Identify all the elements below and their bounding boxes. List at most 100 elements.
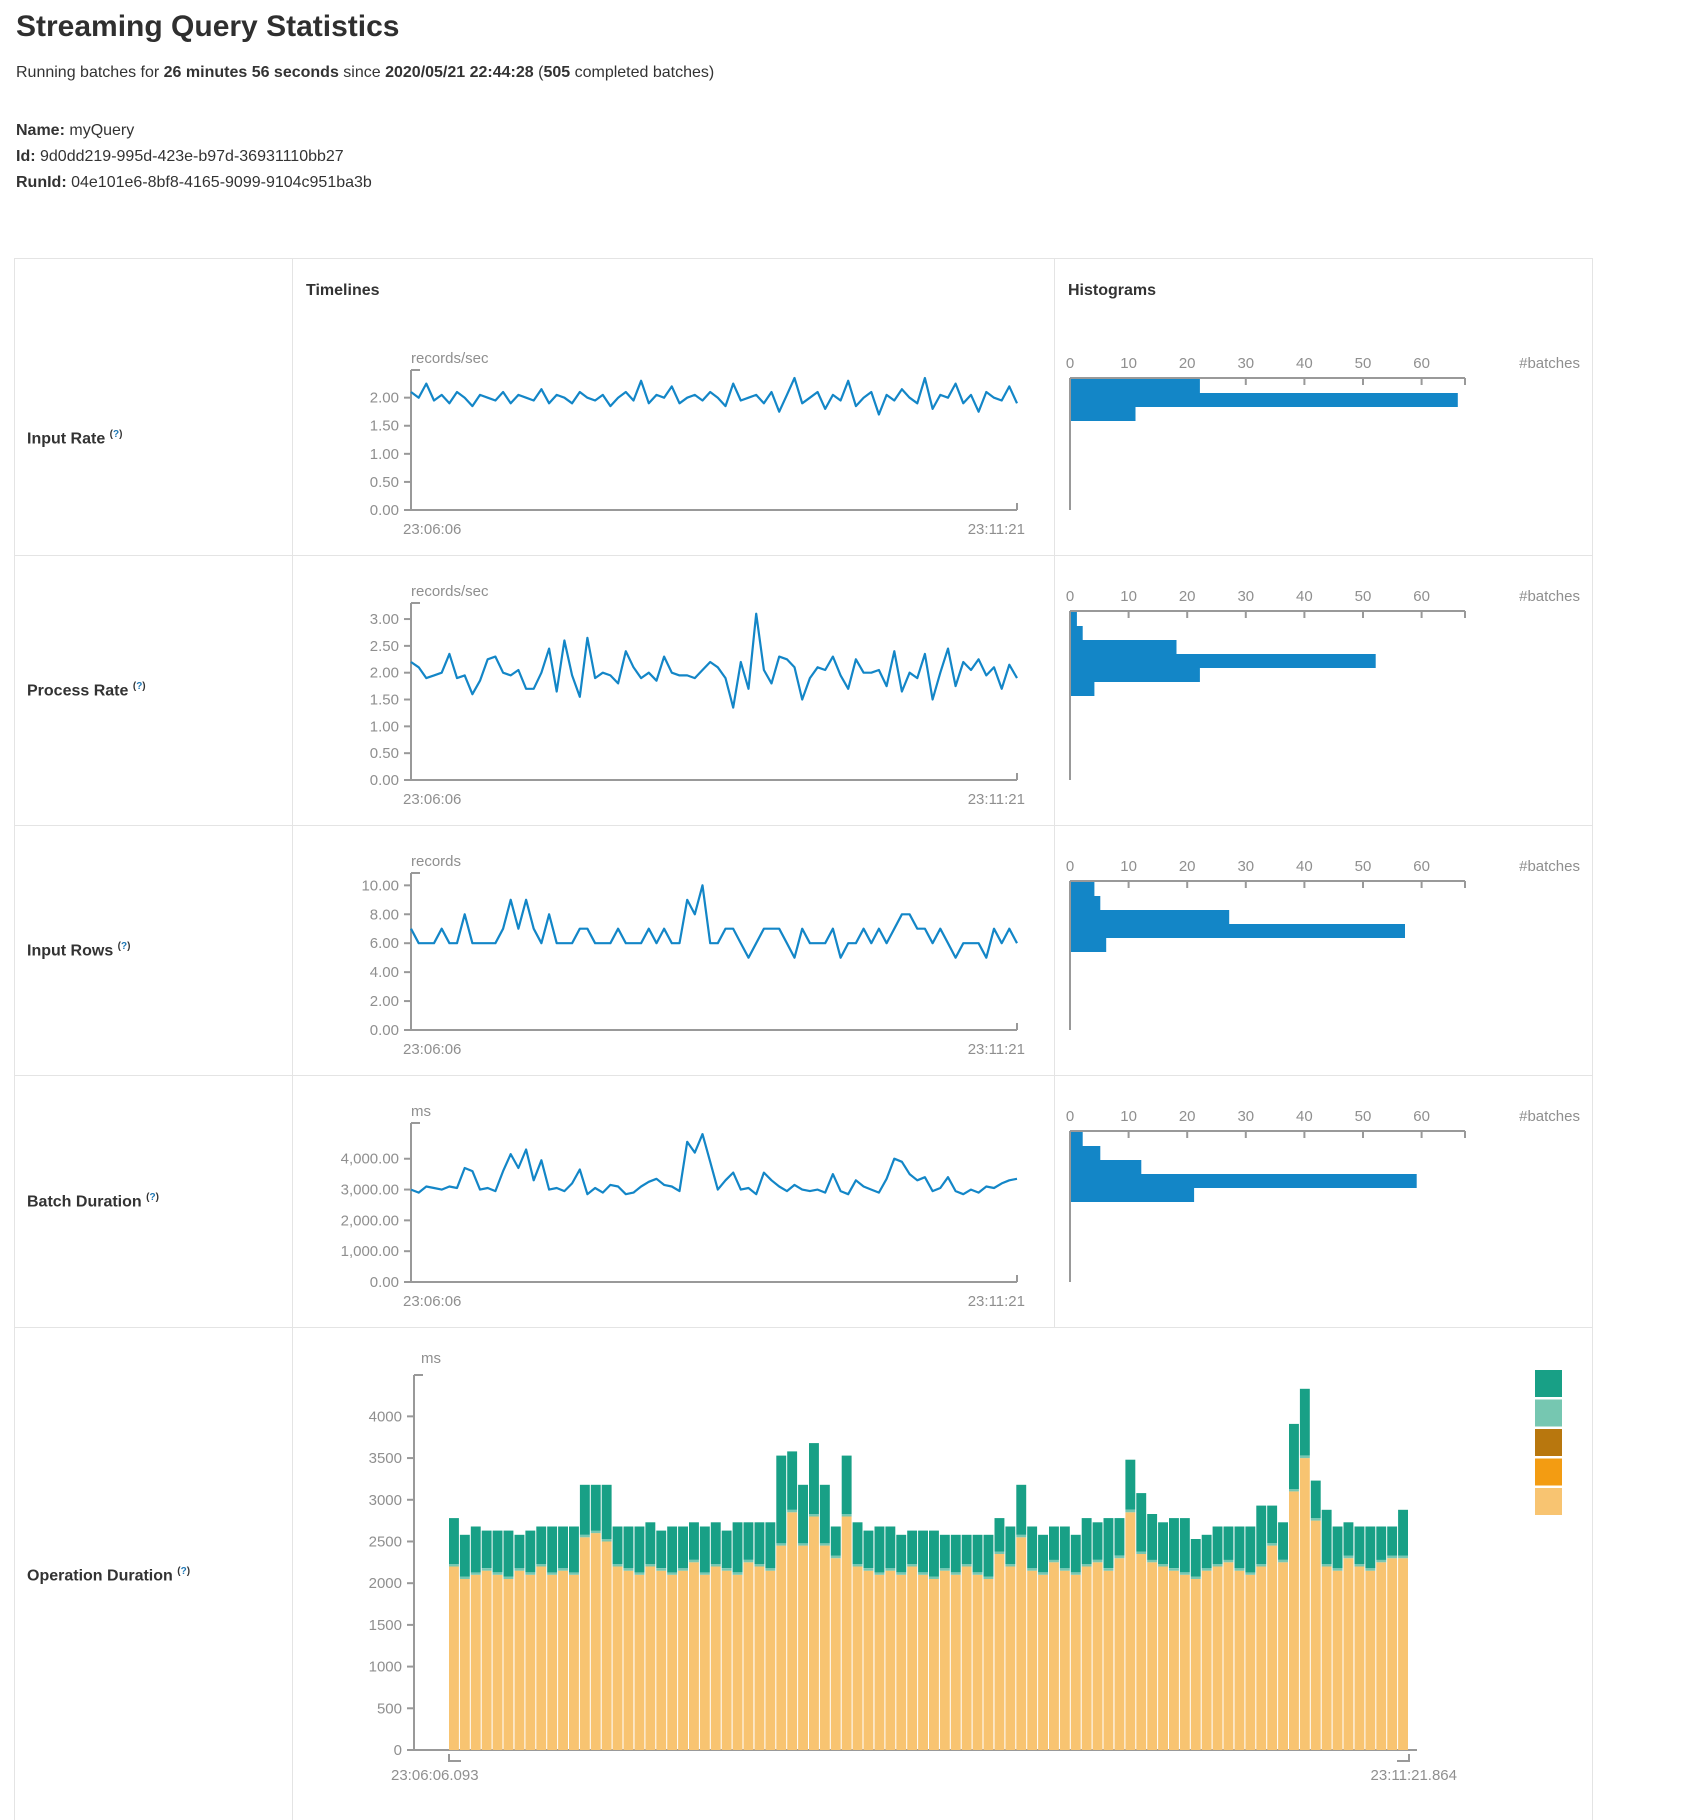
help-marker[interactable]: (?) <box>110 429 123 440</box>
runid-value: 04e101e6-8bf8-4165-9099-9104c951ba3b <box>71 174 372 191</box>
svg-text:8.00: 8.00 <box>370 906 399 923</box>
metric-label: Process Rate (?) <box>27 681 146 700</box>
timeline-cell: records/sec2.001.501.000.500.0023:06:062… <box>293 323 1055 555</box>
timeline-series-line <box>411 1134 1017 1194</box>
svg-text:#batches: #batches <box>1519 355 1580 372</box>
svg-text:0: 0 <box>1066 355 1074 372</box>
name-value: myQuery <box>69 122 134 139</box>
svg-text:60: 60 <box>1413 1108 1430 1125</box>
histogram-bars <box>1071 882 1405 952</box>
svg-text:500: 500 <box>377 1700 402 1717</box>
svg-text:0.00: 0.00 <box>370 1274 399 1291</box>
svg-text:0.00: 0.00 <box>370 1022 399 1039</box>
histogram-bars <box>1071 612 1376 696</box>
metric-label: Batch Duration (?) <box>27 1192 159 1211</box>
table-header-row: Timelines Histograms <box>15 259 1592 323</box>
timeline-series-line <box>411 378 1017 415</box>
svg-text:1.50: 1.50 <box>370 418 399 435</box>
legend-swatch <box>1535 1400 1562 1427</box>
svg-text:23:11:21: 23:11:21 <box>968 791 1025 808</box>
histogram-axes: 0102030405060#batches <box>1066 858 1580 1030</box>
runid-label: RunId: <box>16 174 67 191</box>
metric-label: Input Rate (?) <box>27 429 122 448</box>
metric-label-cell: Process Rate (?) <box>15 556 293 825</box>
query-metadata: Name: myQuery Id: 9d0dd219-995d-423e-b97… <box>16 118 372 196</box>
operation-duration-cell: ms4000350030002500200015001000500023:06:… <box>293 1328 1592 1820</box>
svg-text:0: 0 <box>1066 858 1074 875</box>
metric-label-cell: Batch Duration (?) <box>15 1076 293 1327</box>
svg-text:30: 30 <box>1237 1108 1254 1125</box>
svg-text:2.50: 2.50 <box>370 638 399 655</box>
svg-text:2,000.00: 2,000.00 <box>341 1212 399 1229</box>
svg-text:40: 40 <box>1296 1108 1313 1125</box>
svg-text:23:06:06: 23:06:06 <box>403 1041 461 1058</box>
svg-text:4000: 4000 <box>369 1408 402 1425</box>
histogram-cell: 0102030405060#batches <box>1055 556 1592 825</box>
help-marker[interactable]: (?) <box>118 941 131 952</box>
histogram-cell: 0102030405060#batches <box>1055 1076 1592 1327</box>
help-marker[interactable]: (?) <box>177 1566 190 1577</box>
legend-swatch <box>1535 1370 1562 1397</box>
svg-text:1000: 1000 <box>369 1659 402 1676</box>
svg-text:records: records <box>411 853 461 870</box>
svg-text:0: 0 <box>1066 588 1074 605</box>
timeline-axes: records/sec3.002.502.001.501.000.500.002… <box>370 583 1025 808</box>
timeline-axes: records10.008.006.004.002.000.0023:06:06… <box>361 853 1025 1058</box>
name-label: Name: <box>16 122 65 139</box>
help-marker[interactable]: (?) <box>146 1192 159 1203</box>
histogram-cell: 0102030405060#batches <box>1055 323 1592 555</box>
timeline-axes: records/sec2.001.501.000.500.0023:06:062… <box>370 350 1025 538</box>
svg-text:10: 10 <box>1120 1108 1137 1125</box>
svg-text:records/sec: records/sec <box>411 583 489 600</box>
svg-text:0.50: 0.50 <box>370 474 399 491</box>
svg-text:ms: ms <box>411 1103 431 1120</box>
metric-label: Operation Duration (?) <box>27 1566 190 1585</box>
legend-swatch <box>1535 1429 1562 1456</box>
svg-text:2.00: 2.00 <box>370 665 399 682</box>
svg-text:20: 20 <box>1179 1108 1196 1125</box>
id-value: 9d0dd219-995d-423e-b97d-36931110bb27 <box>40 148 344 165</box>
svg-text:23:11:21.864: 23:11:21.864 <box>1371 1767 1457 1784</box>
svg-text:40: 40 <box>1296 355 1313 372</box>
operation-legend <box>1535 1370 1562 1515</box>
column-header-histograms: Histograms <box>1055 259 1592 323</box>
svg-text:50: 50 <box>1355 858 1372 875</box>
svg-text:60: 60 <box>1413 588 1430 605</box>
legend-swatch <box>1535 1488 1562 1515</box>
histogram-chart-batch-duration: 0102030405060#batches <box>1055 1076 1592 1327</box>
streaming-query-statistics-page: Streaming Query Statistics Running batch… <box>0 0 1693 1820</box>
svg-text:10: 10 <box>1120 355 1137 372</box>
svg-text:1.00: 1.00 <box>370 446 399 463</box>
metric-label-cell: Input Rate (?) <box>15 323 293 555</box>
histogram-bars <box>1071 379 1458 421</box>
svg-text:20: 20 <box>1179 858 1196 875</box>
svg-text:#batches: #batches <box>1519 1108 1580 1125</box>
metric-label: Input Rows (?) <box>27 941 130 960</box>
legend-swatch <box>1535 1459 1562 1486</box>
svg-text:ms: ms <box>421 1350 441 1367</box>
metric-row-process-rate: Process Rate (?)records/sec3.002.502.001… <box>15 555 1592 825</box>
query-id-line: Id: 9d0dd219-995d-423e-b97d-36931110bb27 <box>16 144 372 170</box>
svg-text:50: 50 <box>1355 588 1372 605</box>
svg-text:4.00: 4.00 <box>370 964 399 981</box>
svg-text:records/sec: records/sec <box>411 350 489 367</box>
summary-batch-count: 505 <box>543 64 570 81</box>
summary-duration: 26 minutes 56 seconds <box>164 64 339 81</box>
help-marker[interactable]: (?) <box>133 681 146 692</box>
header-empty-cell <box>15 259 293 323</box>
timeline-series-line <box>411 885 1017 957</box>
svg-text:#batches: #batches <box>1519 588 1580 605</box>
operation-duration-chart: ms4000350030002500200015001000500023:06:… <box>293 1328 1592 1820</box>
summary-start-time: 2020/05/21 22:44:28 <box>385 64 534 81</box>
svg-text:10.00: 10.00 <box>361 877 399 894</box>
svg-text:2.00: 2.00 <box>370 993 399 1010</box>
svg-text:30: 30 <box>1237 355 1254 372</box>
svg-text:30: 30 <box>1237 858 1254 875</box>
svg-text:23:11:21: 23:11:21 <box>968 1041 1025 1058</box>
operation-stacked-bars <box>449 1389 1408 1750</box>
svg-text:3.00: 3.00 <box>370 611 399 628</box>
svg-text:3500: 3500 <box>369 1450 402 1467</box>
timeline-axes: ms4,000.003,000.002,000.001,000.000.0023… <box>341 1103 1025 1310</box>
svg-text:23:11:21: 23:11:21 <box>968 521 1025 538</box>
query-name-line: Name: myQuery <box>16 118 372 144</box>
